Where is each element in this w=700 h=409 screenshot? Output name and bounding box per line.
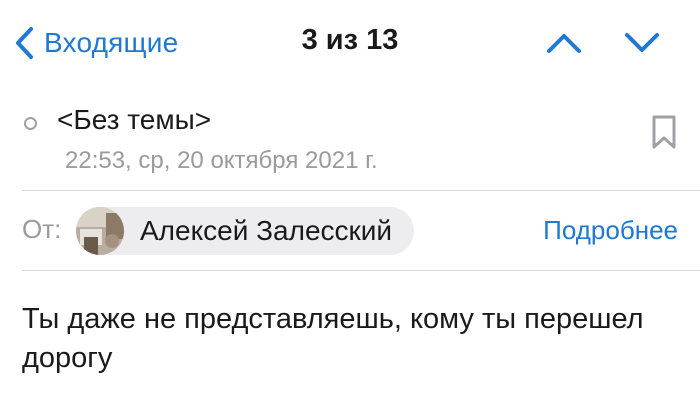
from-label: От: [22, 214, 62, 244]
chevron-up-icon [547, 34, 581, 53]
message-header: <Без темы> 22:53, ср, 20 октября 2021 г. [0, 100, 700, 190]
previous-message-button[interactable] [544, 26, 584, 60]
bookmark-icon[interactable] [651, 114, 677, 150]
next-message-button[interactable] [622, 26, 662, 60]
details-link[interactable]: Подробнее [543, 215, 678, 246]
back-button-label: Входящие [44, 27, 179, 58]
chevron-down-icon [625, 33, 659, 52]
sender-row: От: Алексей Залесский Подробнее [0, 191, 700, 270]
message-date: 22:53, ср, 20 октября 2021 г. [65, 147, 378, 174]
sender-name: Алексей Залесский [140, 215, 393, 246]
unread-dot-icon [24, 117, 37, 130]
avatar [76, 207, 124, 255]
sender-chip[interactable]: Алексей Залесский [76, 207, 415, 255]
divider [22, 270, 700, 271]
navigation-bar: Входящие 3 из 13 [0, 0, 700, 88]
message-body: Ты даже не представляешь, кому ты переше… [22, 303, 644, 374]
chevron-left-icon [16, 27, 33, 59]
back-button[interactable]: Входящие [14, 22, 178, 64]
message-subject: <Без темы> [57, 104, 212, 135]
